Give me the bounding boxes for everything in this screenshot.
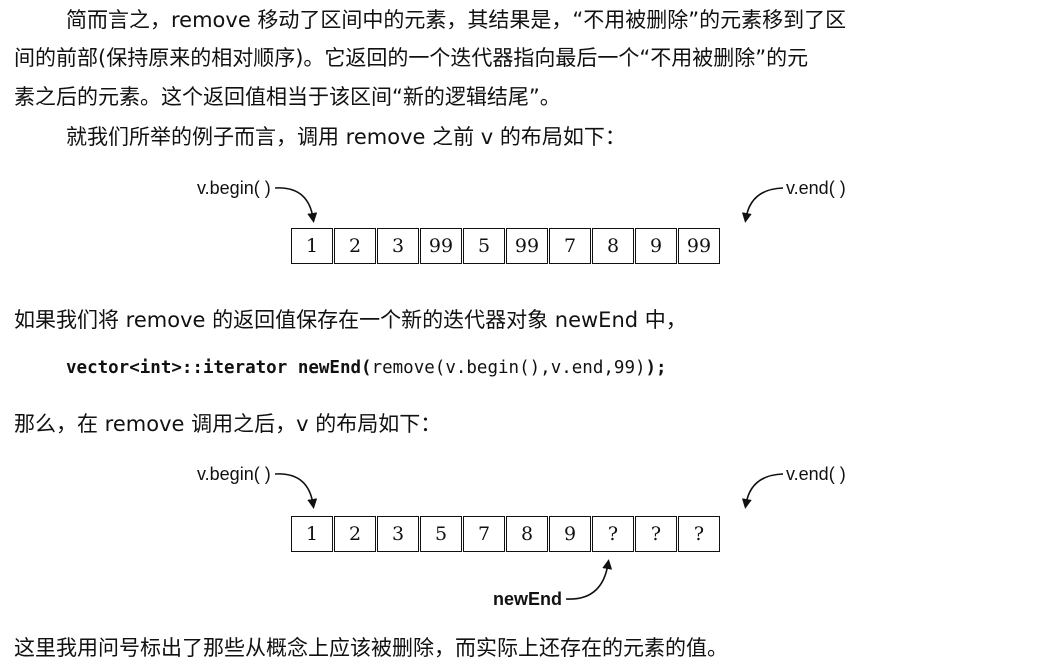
paragraph-4: 那么，在 remove 调用之后，v 的布局如下： <box>14 412 442 436</box>
code-line: vector<int>::iterator newEnd(remove(v.be… <box>66 356 667 380</box>
paragraph-1-line-3: 素之后的元素。这个返回值相当于该区间“新的逻辑结尾”。 <box>14 85 561 109</box>
vector-cell: 5 <box>420 516 462 552</box>
code-end: ); <box>645 358 667 378</box>
vector-cell: 99 <box>506 228 548 264</box>
begin-arrow <box>274 473 318 509</box>
vector-cell: ? <box>635 516 677 552</box>
vector-cell: 2 <box>334 228 376 264</box>
vector-cell: 1 <box>291 516 333 552</box>
paragraph-1-line-2: 间的前部(保持原来的相对顺序)。它返回的一个迭代器指向最后一个“不用被删除”的元 <box>14 46 809 70</box>
vector-cell: ? <box>678 516 720 552</box>
vector-cell: 7 <box>463 516 505 552</box>
code-var: newEnd( <box>297 358 372 378</box>
vector-cell: 2 <box>334 516 376 552</box>
code-call: remove(v.begin(),v.end,99) <box>371 358 646 378</box>
vector-cells-after: 1 2 3 5 7 8 9 ? ? ? <box>291 516 723 552</box>
paragraph-3: 如果我们将 remove 的返回值保存在一个新的迭代器对象 newEnd 中， <box>14 308 687 332</box>
end-arrow <box>741 187 784 223</box>
vector-cell: 9 <box>635 228 677 264</box>
paragraph-1-line-1: 简而言之，remove 移动了区间中的元素，其结果是，“不用被删除”的元素移到了… <box>66 8 847 32</box>
vector-cell: 1 <box>291 228 333 264</box>
vector-cell: 5 <box>463 228 505 264</box>
vector-cell: ? <box>592 516 634 552</box>
vector-cell: 8 <box>506 516 548 552</box>
new-end-arrow <box>565 559 613 600</box>
vector-cell: 8 <box>592 228 634 264</box>
begin-arrow <box>274 187 318 223</box>
vector-cell: 3 <box>377 516 419 552</box>
paragraph-5: 这里我用问号标出了那些从概念上应该被删除，而实际上还存在的元素的值。 <box>14 636 728 660</box>
vector-cell: 99 <box>678 228 720 264</box>
diagram-before-remove: v.begin( ) v.end( ) 1 2 3 99 5 99 7 8 9 … <box>0 172 1038 322</box>
code-type: vector<int>::iterator <box>66 358 288 378</box>
vector-cell: 9 <box>549 516 591 552</box>
vector-cell: 7 <box>549 228 591 264</box>
vector-cell: 3 <box>377 228 419 264</box>
vector-cells-before: 1 2 3 99 5 99 7 8 9 99 <box>291 228 723 264</box>
diagram-after-remove: v.begin( ) v.end( ) newEnd 1 2 3 5 7 8 9… <box>0 458 1038 609</box>
paragraph-2: 就我们所举的例子而言，调用 remove 之前 v 的布局如下： <box>66 125 626 149</box>
end-arrow <box>741 473 784 509</box>
vector-cell: 99 <box>420 228 462 264</box>
